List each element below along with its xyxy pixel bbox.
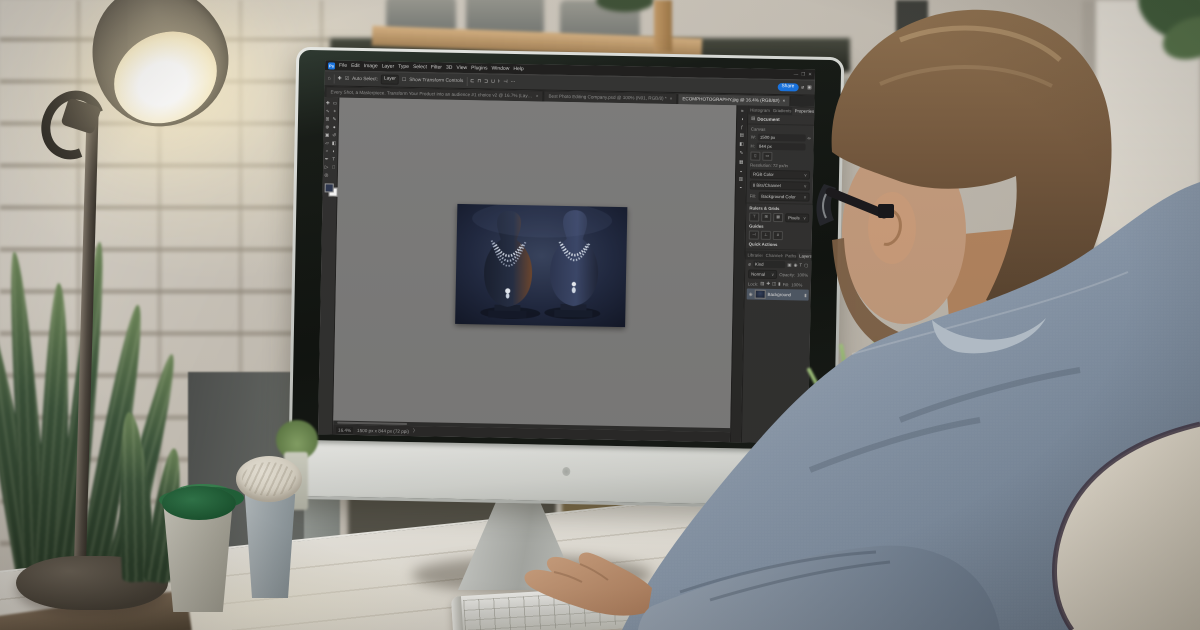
zoom-level[interactable]: 16.4%	[336, 426, 353, 433]
foreground-color-swatch[interactable]	[325, 183, 334, 192]
gradient-tool-icon[interactable]: ◧	[330, 139, 337, 147]
object-selection-tool-icon[interactable]: ⌖	[331, 107, 338, 115]
menu-layer[interactable]: Layer	[382, 63, 395, 69]
menu-file[interactable]: File	[339, 63, 347, 69]
type-tool-icon[interactable]: T	[330, 155, 337, 163]
shape-tool-icon[interactable]: □	[330, 163, 337, 171]
yarn-ball	[236, 456, 302, 502]
menu-type[interactable]: Type	[398, 64, 409, 70]
history-brush-tool-icon[interactable]: ↺	[331, 131, 338, 139]
status-chevron-icon[interactable]: 〉	[413, 428, 418, 434]
move-tool-icon[interactable]: ✚	[338, 76, 342, 81]
divider	[334, 74, 335, 83]
menu-image[interactable]: Image	[364, 63, 378, 69]
menu-3d[interactable]: 3D	[446, 65, 453, 71]
dodge-tool-icon[interactable]: ◐	[330, 147, 337, 155]
marquee-tool-icon[interactable]: ▭	[331, 99, 338, 107]
divider	[466, 77, 467, 86]
photoshop-logo-icon: Ps	[328, 62, 335, 69]
auto-select-checkbox[interactable]: ☑	[345, 76, 349, 81]
transform-checkbox[interactable]: ☐	[402, 77, 406, 82]
menu-select[interactable]: Select	[413, 64, 427, 70]
color-swatches[interactable]	[323, 182, 337, 196]
home-icon[interactable]: ⌂	[328, 76, 331, 81]
ear	[868, 192, 916, 264]
brush-tool-icon[interactable]: ●	[331, 123, 338, 131]
auto-select-dropdown[interactable]: Layer	[381, 74, 399, 84]
show-transform-label: Show Transform Controls	[409, 77, 463, 83]
office-scene: Ps File Edit Image Layer Type Select Fil…	[0, 0, 1200, 630]
eyedropper-tool-icon[interactable]: ✎	[331, 115, 338, 123]
succulent-plant	[162, 486, 236, 520]
auto-select-label: Auto Select:	[352, 76, 378, 81]
align-left-icon[interactable]: ⊏	[470, 79, 474, 84]
menu-edit[interactable]: Edit	[351, 63, 360, 69]
man-hand	[525, 553, 652, 616]
man-at-desk	[480, 0, 1200, 630]
document-info: 1500 px x 844 px (72 ppi)	[357, 428, 409, 434]
zoom-tool-icon[interactable]: ◎	[323, 171, 330, 179]
menu-filter[interactable]: Filter	[431, 64, 442, 70]
menu-view[interactable]: View	[456, 65, 467, 71]
